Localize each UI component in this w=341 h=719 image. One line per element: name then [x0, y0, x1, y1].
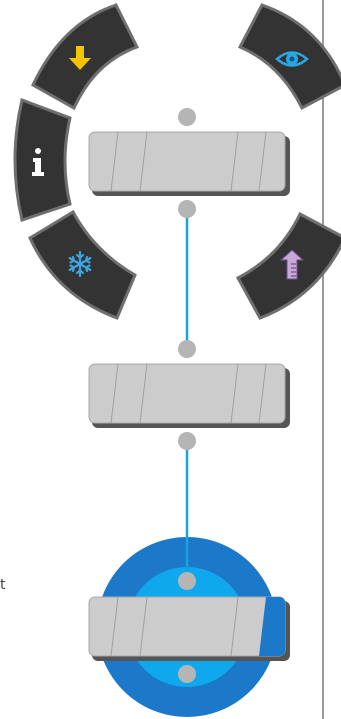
node-3-input-port[interactable]: [178, 572, 196, 590]
flow-canvas: [13, 3, 341, 717]
node-3-output-port[interactable]: [178, 665, 196, 683]
node-1-output-port[interactable]: [178, 200, 196, 218]
node-1[interactable]: [88, 131, 290, 196]
node-2[interactable]: [88, 363, 290, 428]
node-2-input-port[interactable]: [178, 340, 196, 358]
node-2-output-port[interactable]: [178, 432, 196, 450]
radial-wedge-info[interactable]: [13, 97, 72, 222]
radial-wedge-download[interactable]: [31, 3, 140, 111]
node-1-input-port[interactable]: [178, 108, 196, 126]
node-3[interactable]: [88, 596, 290, 661]
